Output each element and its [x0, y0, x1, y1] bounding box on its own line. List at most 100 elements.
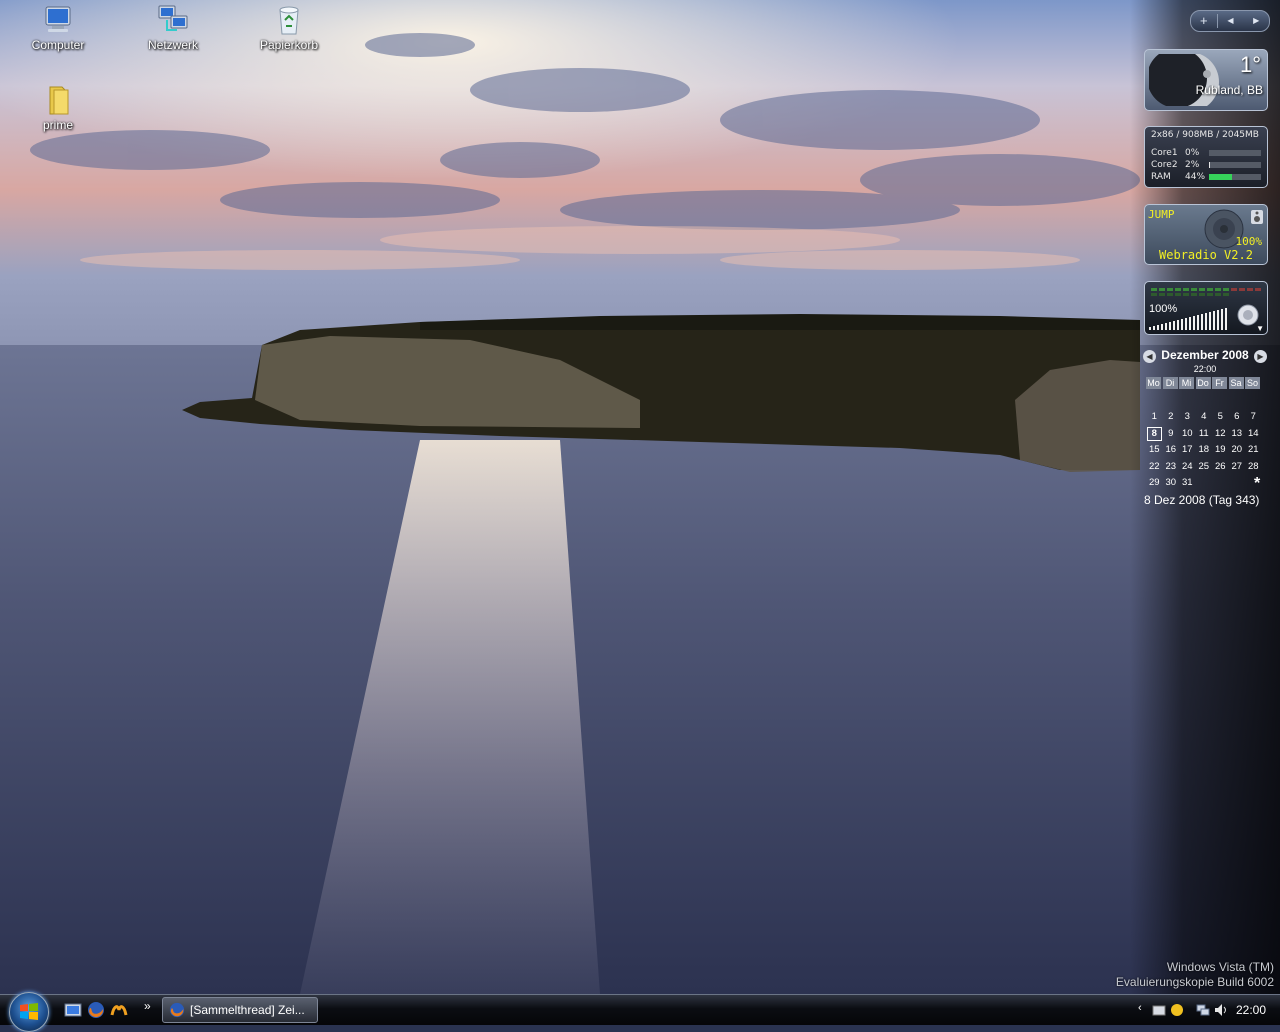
calendar-month: Dezember 2008: [1161, 348, 1249, 362]
calendar-day[interactable]: 20: [1229, 442, 1246, 459]
calendar-day[interactable]: 31: [1179, 475, 1196, 492]
calendar-day[interactable]: 10: [1179, 426, 1196, 443]
watermark-line: Windows Vista (TM): [1166, 960, 1274, 974]
calendar-day[interactable]: 15: [1146, 442, 1163, 459]
calendar-weekday: Do: [1195, 377, 1211, 389]
cpu-meter-bar-fill: [1209, 162, 1211, 168]
evaluation-watermark: Windows Vista (TM) Evaluierungskopie Bui…: [1116, 960, 1274, 990]
calendar-day[interactable]: 22: [1146, 459, 1163, 476]
volume-gadget[interactable]: 100% ▼: [1144, 281, 1268, 335]
calendar-next-button[interactable]: ▶: [1254, 350, 1267, 363]
calendar-day[interactable]: 24: [1179, 459, 1196, 476]
calendar-day[interactable]: 30: [1163, 475, 1180, 492]
calendar-day[interactable]: 14: [1245, 426, 1262, 443]
calendar-day[interactable]: 29: [1146, 475, 1163, 492]
media-player-icon[interactable]: [110, 1001, 128, 1019]
calendar-weekday: Sa: [1228, 377, 1244, 389]
volume-icon[interactable]: [1250, 209, 1264, 225]
show-desktop-icon[interactable]: [64, 1001, 82, 1019]
tray-security-icon[interactable]: [1170, 1003, 1184, 1017]
cpu-meter-row: Core1 0%: [1151, 148, 1263, 159]
speaker-knob-icon[interactable]: [1237, 304, 1259, 326]
moon-icon: [1149, 54, 1219, 106]
computer-icon: [45, 6, 71, 32]
desktop-icon-label: prime: [42, 118, 73, 132]
cpu-meter-row-value: 44%: [1185, 172, 1206, 182]
calendar-grid: 1 2 3 4 5 6 7 8 9 10 11 12 13 14 15 16 17 18 19 20 21 22 23 24 2…: [1146, 409, 1268, 492]
calendar-day[interactable]: 1: [1146, 409, 1163, 426]
calendar-day[interactable]: 28: [1245, 459, 1262, 476]
calendar-day[interactable]: 21: [1245, 442, 1262, 459]
calendar-weekday: So: [1245, 377, 1260, 389]
calendar-day[interactable]: 11: [1196, 426, 1213, 443]
taskbar-clock[interactable]: 22:00: [1236, 1003, 1266, 1017]
windows-logo-icon: [20, 1003, 38, 1020]
volume-menu-caret[interactable]: ▼: [1256, 324, 1264, 333]
calendar-day[interactable]: 2: [1163, 409, 1180, 426]
taskbar-window-button[interactable]: [Sammelthread] Zei...: [162, 997, 318, 1023]
calendar-day: [1212, 475, 1229, 492]
desktop-icon-folder-prime[interactable]: prime: [13, 84, 103, 132]
cpu-meter-row: Core2 2%: [1151, 160, 1263, 171]
folder-icon: [49, 86, 69, 115]
desktop-icon-network[interactable]: Netzwerk: [128, 4, 218, 52]
calendar-day[interactable]: 4: [1196, 409, 1213, 426]
quick-launch-more-button[interactable]: »: [144, 999, 151, 1013]
calendar-weekday: Fr: [1212, 377, 1227, 389]
taskbar: » [Sammelthread] Zei... ‹ 22:00: [0, 992, 1280, 1032]
cpu-meter-row-value: 0%: [1185, 148, 1200, 158]
calendar-day[interactable]: 25: [1196, 459, 1213, 476]
speaker-volume-icon[interactable]: [1214, 1003, 1228, 1017]
calendar-time: 22:00: [1193, 364, 1217, 374]
calendar-gadget[interactable]: ◀ Dezember 2008 ▶ 22:00 Mo Di Mi Do Fr Sa So 1…: [1141, 345, 1271, 515]
next-gadgets-button[interactable]: ▶: [1243, 11, 1269, 31]
show-hidden-icons-button[interactable]: ‹: [1138, 1002, 1142, 1014]
start-button[interactable]: [9, 992, 49, 1032]
calendar-day[interactable]: 13: [1229, 426, 1246, 443]
calendar-day[interactable]: 23: [1163, 459, 1180, 476]
desktop-icon-computer[interactable]: Computer: [13, 4, 103, 52]
recycle-bin-icon: [279, 6, 299, 35]
calendar-weekday: Mi: [1179, 377, 1194, 389]
cpu-meter-row-value: 2%: [1185, 160, 1200, 170]
cpu-meter-row-name: Core2: [1151, 160, 1178, 170]
network-icon: [158, 5, 188, 31]
webradio-station: JUMP: [1148, 208, 1175, 221]
calendar-day[interactable]: 26: [1212, 459, 1229, 476]
calendar-prev-button[interactable]: ◀: [1143, 350, 1156, 363]
calendar-week: 1234567: [1146, 409, 1268, 426]
desktop-icon-recycle-bin[interactable]: Papierkorb: [244, 4, 334, 52]
calendar-day[interactable]: 19: [1212, 442, 1229, 459]
weather-gadget[interactable]: 1° Rubland, BB: [1144, 49, 1268, 111]
calendar-day[interactable]: 5: [1212, 409, 1229, 426]
desktop-icon-label: Netzwerk: [147, 38, 198, 52]
cpu-meter-bar: [1209, 162, 1261, 168]
notification-area: ‹ 22:00: [1138, 995, 1280, 1025]
calendar-week: 8 9 10 11 12 13 14: [1146, 426, 1268, 443]
calendar-weekday: Di: [1162, 377, 1178, 389]
webradio-name: Webradio V2.2: [1159, 248, 1253, 262]
calendar-day[interactable]: 27: [1229, 459, 1246, 476]
webradio-gadget[interactable]: JUMP 100% Webradio V2.2: [1144, 204, 1268, 265]
calendar-day[interactable]: 6: [1229, 409, 1246, 426]
prev-gadgets-button[interactable]: ◀: [1218, 11, 1244, 31]
cpu-meter-bar: [1209, 150, 1261, 156]
desktop-wallpaper: [0, 0, 1280, 994]
calendar-day[interactable]: 18: [1196, 442, 1213, 459]
calendar-day[interactable]: 7: [1245, 409, 1262, 426]
calendar-asterisk[interactable]: *: [1254, 475, 1260, 493]
calendar-day: [1196, 475, 1213, 492]
firefox-icon[interactable]: [87, 1001, 105, 1019]
network-status-icon[interactable]: [1196, 1003, 1210, 1017]
calendar-day[interactable]: 17: [1179, 442, 1196, 459]
calendar-day[interactable]: 9: [1163, 426, 1180, 443]
add-gadget-button[interactable]: +: [1191, 11, 1217, 31]
calendar-day[interactable]: 3: [1179, 409, 1196, 426]
volume-ramp[interactable]: [1149, 308, 1245, 330]
cpu-meter-gadget[interactable]: 2x86 / 908MB / 2045MB Core1 0% Core2 2% …: [1144, 126, 1268, 188]
calendar-day[interactable]: 12: [1212, 426, 1229, 443]
weather-temperature: 1°: [1239, 52, 1261, 77]
calendar-day[interactable]: 16: [1163, 442, 1180, 459]
tray-device-icon[interactable]: [1152, 1003, 1166, 1017]
calendar-day[interactable]: 8: [1146, 426, 1163, 443]
